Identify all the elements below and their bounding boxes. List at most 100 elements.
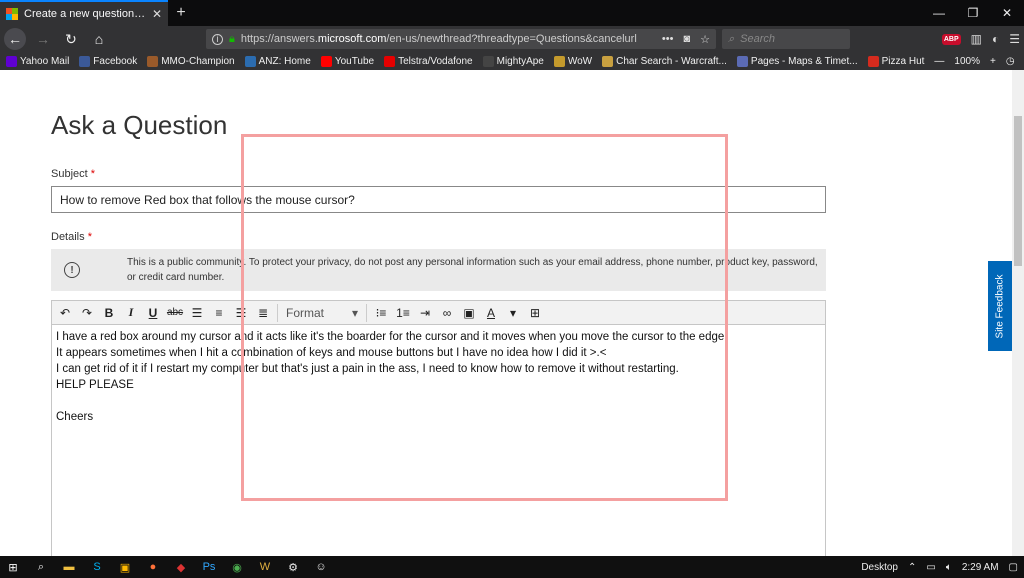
bookmark-label: Telstra/Vodafone [398,55,473,67]
pocket-icon[interactable]: ◙ [683,33,690,46]
page-scrollbar[interactable] [1012,70,1024,556]
bookmark-label: MMO-Champion [161,55,235,67]
bookmark-label: MightyApe [496,55,544,67]
file-explorer-icon[interactable]: ▬ [62,560,76,574]
details-label: Details * [51,231,92,243]
windows-taskbar: ⊞ ⌕ ▬ S ▣ ● ◆ Ps ◉ W ⚙ ☺ Desktop ⌃ ▭ 🔈︎ … [0,556,1024,578]
bold-button[interactable]: B [99,303,119,323]
zoom-out-button[interactable]: — [934,56,944,67]
bookmark-label: YouTube [334,55,375,67]
italic-button[interactable]: I [121,303,141,323]
bookmark-label: ANZ: Home [258,55,311,67]
menu-icon[interactable]: ☰ [1009,32,1020,46]
volume-icon[interactable]: 🔈︎ [946,562,952,573]
page-title: Ask a Question [51,110,228,140]
bookmark-favicon-icon [320,55,332,67]
strikethrough-button[interactable]: abc [165,303,185,323]
bookmark-favicon-icon [6,55,17,67]
bookmark-item[interactable]: Facebook [79,55,138,67]
lock-icon: 🔒︎ [229,32,235,45]
scrollbar-thumb[interactable] [1014,116,1022,266]
bookmark-item[interactable]: WoW [553,55,593,67]
bookmark-favicon-icon [553,55,565,67]
search-placeholder: Search [740,33,776,45]
address-bar[interactable]: i 🔒︎ https://answers.microsoft.com/en-us… [206,29,716,49]
bookmark-item[interactable]: Telstra/Vodafone [384,55,473,67]
forward-button[interactable]: → [32,28,54,50]
reload-button[interactable]: ↻ [60,28,82,50]
zoom-controls: —100%+◷⫴ [934,56,1024,67]
game-icon[interactable]: ◆ [174,560,188,574]
bookmark-label: WoW [567,55,593,67]
chevron-up-icon[interactable]: ⌃ [908,562,916,573]
close-window-button[interactable]: ✕ [990,0,1024,26]
bookmark-star-icon[interactable]: ☆ [700,33,710,46]
bookmark-item[interactable]: YouTube [320,55,375,67]
bookmark-label: Yahoo Mail [20,55,70,67]
sidebar-icon[interactable]: ▥ [971,32,982,46]
history-icon[interactable]: ◷ [1006,56,1015,67]
network-icon[interactable]: ▭ [926,562,935,573]
underline-button[interactable]: U [143,303,163,323]
back-button[interactable]: ← [4,28,26,50]
bookmark-label: Facebook [93,55,138,67]
clock[interactable]: 2:29 AM [962,562,999,573]
bookmark-item[interactable]: Char Search - Warcraft... [602,55,727,67]
restore-button[interactable]: ❐ [956,0,990,26]
search-icon[interactable]: ⌕ [34,560,48,574]
window-controls: — ❐ ✕ [922,0,1024,26]
bookmark-item[interactable]: MMO-Champion [147,55,235,67]
redo-icon[interactable]: ↷ [77,303,97,323]
subject-label: Subject * [51,168,96,180]
windows-start-icon[interactable]: ⊞ [6,560,20,574]
chrome-icon[interactable]: ◉ [230,560,244,574]
bookmark-item[interactable]: Pages - Maps & Timet... [736,55,858,67]
tab-title: Create a new question or start a [24,8,146,20]
red-cursor-box [241,134,728,501]
microsoft-logo-icon [6,8,18,20]
page-actions-icon[interactable]: ••• [662,33,674,46]
search-bar[interactable]: ⌕ Search [722,29,850,49]
browser-tab[interactable]: Create a new question or start a ✕ [0,0,168,26]
bookmark-favicon-icon [79,55,91,67]
zoom-in-button[interactable]: + [990,56,996,67]
bookmark-favicon-icon [482,55,494,67]
bookmark-item[interactable]: Pizza Hut [867,55,925,67]
site-feedback-button[interactable]: Site Feedback [988,261,1012,351]
bookmark-item[interactable]: MightyApe [482,55,544,67]
alert-icon: ! [64,262,80,278]
feedback-hub-icon[interactable]: ☺ [314,560,328,574]
bookmark-favicon-icon [147,55,159,67]
bookmark-label: Char Search - Warcraft... [616,55,727,67]
photoshop-icon[interactable]: Ps [202,560,216,574]
skype-icon[interactable]: S [90,560,104,574]
adblock-plus-icon[interactable]: ABP [941,33,961,45]
bookmark-item[interactable]: ANZ: Home [244,55,311,67]
align-center-icon[interactable]: ≡ [209,303,229,323]
bookmark-label: Pizza Hut [881,55,925,67]
store-icon[interactable]: ▣ [118,560,132,574]
extension-icon[interactable]: ◐ [992,32,999,46]
bookmark-favicon-icon [736,55,748,67]
navigation-toolbar: ← → ↻ ⌂ i 🔒︎ https://answers.microsoft.c… [0,26,1024,52]
notifications-icon[interactable]: ▢ [1009,562,1018,573]
bookmark-favicon-icon [244,55,256,67]
home-button[interactable]: ⌂ [88,28,110,50]
bookmark-item[interactable]: Yahoo Mail [6,55,70,67]
wow-icon[interactable]: W [258,560,272,574]
desktop-label[interactable]: Desktop [861,562,898,573]
undo-icon[interactable]: ↶ [55,303,75,323]
new-tab-button[interactable]: + [168,0,194,26]
minimize-button[interactable]: — [922,0,956,26]
site-feedback-label: Site Feedback [994,274,1006,338]
zoom-level[interactable]: 100% [954,56,980,67]
close-tab-icon[interactable]: ✕ [152,7,162,21]
settings-icon[interactable]: ⚙ [286,560,300,574]
tab-strip: Create a new question or start a ✕ + — ❐… [0,0,1024,26]
bookmark-favicon-icon [602,55,614,67]
firefox-icon[interactable]: ● [146,560,160,574]
search-icon: ⌕ [728,32,735,45]
info-icon[interactable]: i [212,33,223,45]
align-left-icon[interactable]: ☰ [187,303,207,323]
page-content: Ask a Question Subject * How to remove R… [0,70,1012,556]
